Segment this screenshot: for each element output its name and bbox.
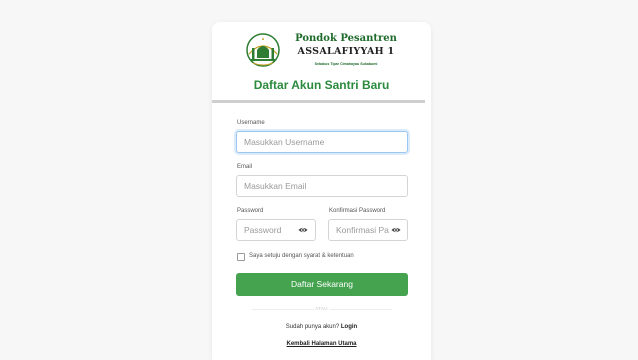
logo-tagline: Sebakus Tipar Cimahayau Sukabumi (314, 62, 378, 66)
username-label: Username (237, 120, 265, 126)
register-button[interactable]: Daftar Sekarang (236, 273, 408, 296)
separator-text: ATAU (315, 306, 328, 311)
page-title: Daftar Akun Santri Baru (253, 78, 390, 92)
login-prompt-text: Sudah punya akun? (285, 324, 340, 330)
email-label: Email (237, 164, 253, 170)
login-prompt-row: Sudah punya akun? Login (212, 324, 431, 330)
title-divider (212, 100, 425, 103)
eye-icon[interactable] (391, 225, 401, 235)
logo-line2: ASSALAFIYYAH 1 (297, 46, 395, 57)
mosque-emblem-icon (246, 33, 280, 67)
terms-label: Saya setuju dengan syarat & ketentuan (249, 253, 354, 259)
logo-line1: Pondok Pesantren (295, 33, 397, 44)
confirm-password-label: Konfirmasi Password (329, 208, 386, 214)
password-label: Password (237, 208, 264, 214)
separator-line-right (330, 309, 392, 310)
home-link[interactable]: Kembali Halaman Utama (212, 341, 431, 347)
register-card: Pondok Pesantren ASSALAFIYYAH 1 Sebakus … (212, 22, 431, 360)
login-link[interactable]: Login (341, 324, 357, 330)
eye-icon[interactable] (298, 225, 308, 235)
terms-checkbox[interactable] (237, 253, 245, 261)
username-input[interactable] (236, 131, 408, 153)
pesantren-logo: Pondok Pesantren ASSALAFIYYAH 1 Sebakus … (245, 30, 409, 70)
email-input[interactable] (236, 175, 408, 197)
